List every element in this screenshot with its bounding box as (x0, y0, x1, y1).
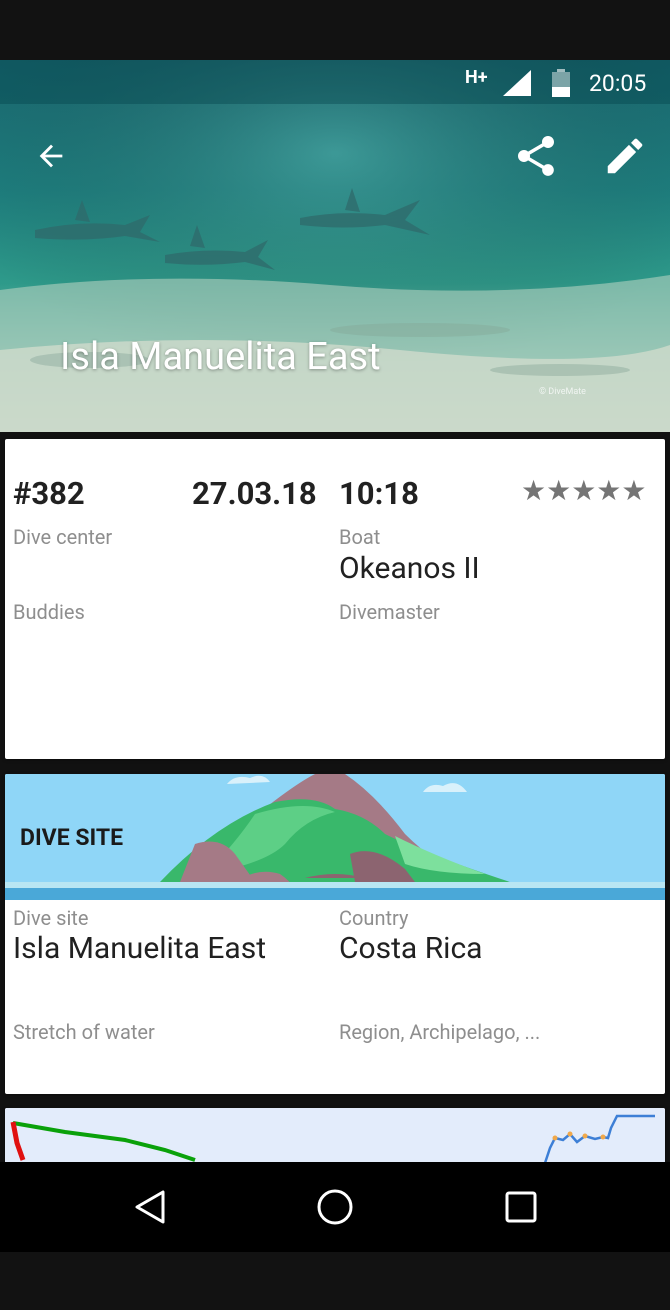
dive-date: 27.03.18 (192, 475, 317, 512)
nav-recents-square-icon (505, 1191, 537, 1223)
dive-time: 10:18 (339, 475, 419, 512)
dive-hero-photo: H+ 20:05 Isla Manuelita East © DiveMate (0, 60, 670, 432)
boat-value: Okeanos II (339, 551, 480, 586)
nav-home-button[interactable] (305, 1177, 365, 1237)
battery-icon (552, 69, 570, 97)
buddies-label: Buddies (13, 600, 85, 624)
dive-number: #382 (13, 475, 85, 512)
edit-button[interactable] (601, 132, 649, 180)
dive-profile-card[interactable] (5, 1108, 665, 1168)
rating-stars[interactable]: ★★★★★ (521, 474, 647, 507)
stretch-of-water-label: Stretch of water (13, 1020, 155, 1044)
country-label: Country (339, 906, 409, 930)
dive-site-label: Dive site (13, 906, 89, 930)
edit-pencil-icon (607, 138, 643, 174)
divemaster-label: Divemaster (339, 600, 440, 624)
photo-watermark: © DiveMate (539, 387, 586, 397)
region-label: Region, Archipelago, ... (339, 1020, 541, 1044)
system-navigation-bar (0, 1162, 670, 1252)
dive-profile-chart (5, 1108, 665, 1168)
network-type: H+ (465, 67, 488, 88)
share-button[interactable] (512, 132, 560, 180)
country-value: Costa Rica (339, 931, 483, 966)
nav-back-button[interactable] (120, 1177, 180, 1237)
dive-site-value: Isla Manuelita East (13, 931, 267, 966)
nav-home-circle-icon (317, 1189, 353, 1225)
clock: 20:05 (589, 70, 647, 97)
dive-site-section-title: DIVE SITE (20, 824, 124, 851)
boat-label: Boat (339, 525, 381, 549)
dive-site-header: DIVE SITE (5, 774, 665, 900)
nav-recents-button[interactable] (491, 1177, 551, 1237)
signal-icon (503, 70, 531, 96)
arrow-back-icon (39, 144, 63, 168)
bottom-letterbox (0, 1252, 670, 1310)
back-button[interactable] (27, 132, 75, 180)
nav-back-triangle-icon (135, 1190, 165, 1224)
dive-site-title: Isla Manuelita East (60, 335, 381, 379)
top-letterbox (0, 0, 670, 60)
status-bar: H+ 20:05 (0, 60, 670, 104)
dive-center-label: Dive center (13, 525, 113, 549)
share-icon (518, 136, 554, 176)
dive-info-card[interactable]: #382 27.03.18 10:18 ★★★★★ Dive center Bo… (5, 439, 665, 759)
dive-site-card[interactable]: DIVE SITE Dive site Isla Manuelita East … (5, 774, 665, 1094)
